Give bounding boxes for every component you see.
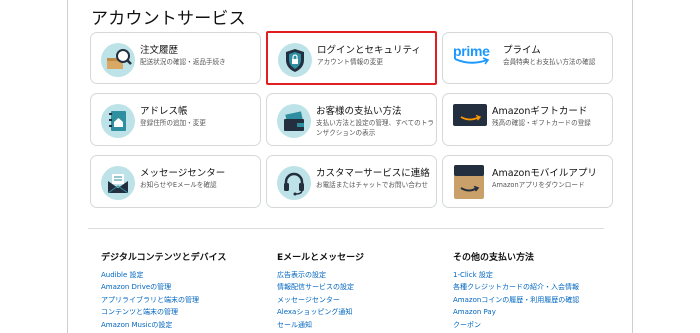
card-payment[interactable]: お客様の支払い方法 支払い方法と設定の管理、すべてのトランザクションの表示 [266,93,437,146]
section-link[interactable]: 各種クレジットカードの紹介・入会情報 [453,281,623,293]
section-link[interactable]: Amazon Musicの設定 [101,319,271,331]
card-title: プライム [503,45,541,56]
section-link[interactable]: Amazonコインの履歴・利用履歴の確認 [453,294,623,306]
card-customer-service[interactable]: カスタマーサービスに連絡 お電話またはチャットでお問い合わせ [266,155,437,208]
section-title: Eメールとメッセージ [277,253,364,263]
card-title: アドレス帳 [140,106,188,117]
card-title: ログインとセキュリティ [317,45,421,56]
section-link[interactable]: Audible 設定 [101,269,271,281]
section-link[interactable]: セール通知 [277,319,447,331]
section-link[interactable]: コンテンツと端末の管理 [101,306,271,318]
card-description: アカウント情報の変更 [317,58,383,66]
account-services-page: アカウントサービス 注文履歴 配送状況の確認・返品手続き ログインとセキュリティ… [67,0,633,333]
section-link[interactable]: メッセージセンター [277,294,447,306]
card-gift-card[interactable]: Amazonギフトカード 残高の確認・ギフトカードの登録 [442,93,613,146]
section-link[interactable]: アプリライブラリと端末の管理 [101,294,271,306]
card-title: メッセージセンター [140,168,226,179]
section-title: デジタルコンテンツとデバイス [101,253,227,263]
section-link[interactable]: Alexaショッピング通知 [277,306,447,318]
section-link[interactable]: 情報配信サービスの設定 [277,281,447,293]
card-description: 残高の確認・ギフトカードの登録 [492,119,591,127]
card-title: Amazonギフトカード [492,106,588,117]
card-title: お客様の支払い方法 [316,106,402,117]
envelope-icon [101,166,135,200]
section-link[interactable]: クーポン [453,319,623,331]
card-description: 支払い方法と設定の管理、すべてのトランザクションの表示 [316,119,434,137]
shield-lock-icon [278,43,312,77]
headset-icon [277,166,311,200]
card-prime[interactable]: prime プライム 会員特典とお支払い方法の確認 [442,32,613,84]
section-divider [88,228,604,229]
card-description: 配送状況の確認・返品手続き [140,58,226,66]
card-message-center[interactable]: メッセージセンター お知らせやEメールを確認 [90,155,261,208]
package-search-icon [101,43,135,77]
card-order-history[interactable]: 注文履歴 配送状況の確認・返品手続き [90,32,261,84]
section-link[interactable]: 1-Click 設定 [453,269,623,281]
address-book-icon [101,104,135,138]
page-title: アカウントサービス [91,9,246,29]
card-mobile-app[interactable]: Amazonモバイルアプリ Amazonアプリをダウンロード [442,155,613,208]
card-description: お知らせやEメールを確認 [140,181,217,189]
wallet-card-icon [277,104,311,138]
amazon-box-icon [453,164,485,200]
section-link[interactable]: 広告表示の設定 [277,269,447,281]
card-description: 会員特典とお支払い方法の確認 [503,58,596,66]
card-title: Amazonモバイルアプリ [492,168,597,179]
section-title: その他の支払い方法 [453,253,535,263]
card-description: Amazonアプリをダウンロード [492,181,585,189]
card-description: お電話またはチャットでお問い合わせ [316,181,429,189]
section-link[interactable]: Amazon Driveの管理 [101,281,271,293]
section-other-payment: その他の支払い方法 1-Click 設定 各種クレジットカードの紹介・入会情報 … [453,250,623,331]
card-description: 登録住所の追加・変更 [140,119,206,127]
section-digital-content: デジタルコンテンツとデバイス Audible 設定 Amazon Driveの管… [101,250,271,331]
card-title: カスタマーサービスに連絡 [316,168,430,179]
prime-logo-icon: prime [453,41,493,69]
card-address-book[interactable]: アドレス帳 登録住所の追加・変更 [90,93,261,146]
gift-card-icon [453,104,487,126]
card-title: 注文履歴 [140,45,179,56]
card-login-security[interactable]: ログインとセキュリティ アカウント情報の変更 [266,31,437,85]
section-email-messages: Eメールとメッセージ 広告表示の設定 情報配信サービスの設定 メッセージセンター… [277,250,447,331]
section-link[interactable]: Amazon Pay [453,306,623,318]
